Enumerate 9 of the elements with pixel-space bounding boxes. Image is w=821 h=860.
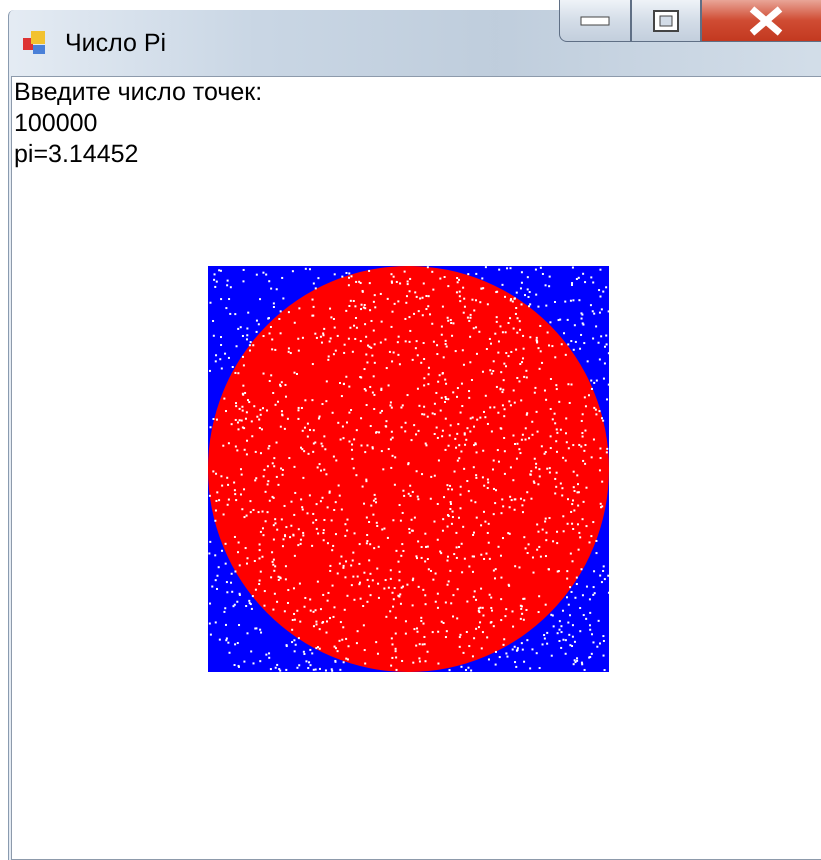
close-button[interactable] [701, 0, 821, 42]
window-title: Число Pi [65, 28, 166, 58]
maximize-icon [652, 8, 680, 32]
output-text: 100000 [14, 108, 98, 139]
maximize-button[interactable] [631, 0, 701, 42]
output-text: Введите число точек: [14, 77, 264, 108]
minimize-button[interactable] [559, 0, 631, 42]
output-text: pi=3.14452 [14, 139, 140, 170]
minimize-icon [580, 16, 610, 26]
